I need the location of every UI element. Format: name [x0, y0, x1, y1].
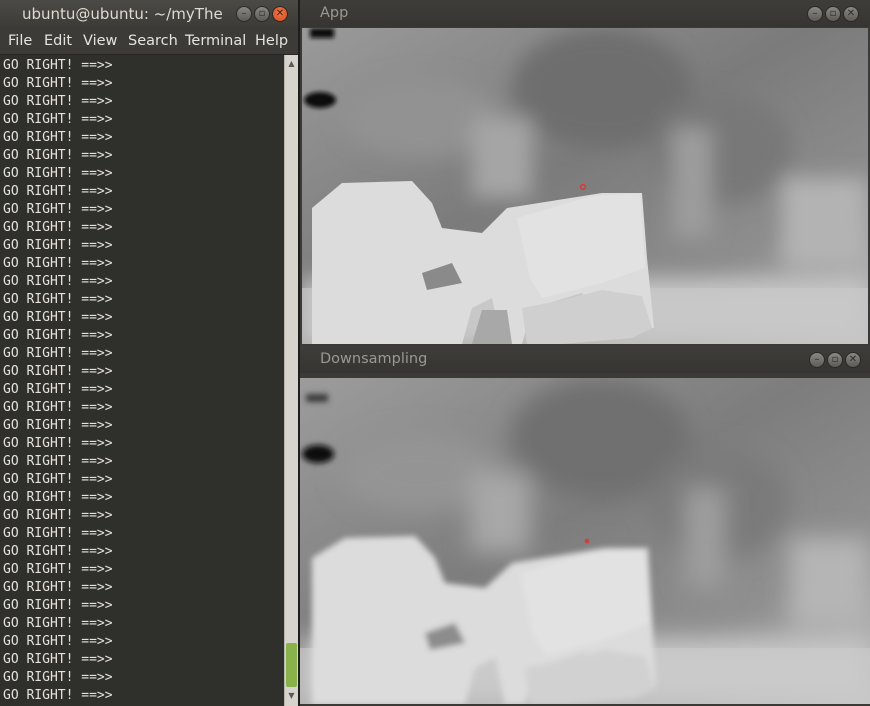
- terminal-line: GO RIGHT! ==>>: [3, 562, 113, 577]
- terminal-title: ubuntu@ubuntu: ~/myThesis: [22, 5, 222, 23]
- terminal-output[interactable]: GO RIGHT! ==>> GO RIGHT! ==>> GO RIGHT! ==…: [0, 55, 284, 706]
- terminal-titlebar[interactable]: ubuntu@ubuntu: ~/myThesis – ▫ ✕: [0, 0, 299, 30]
- terminal-line: GO RIGHT! ==>>: [3, 490, 113, 505]
- close-icon[interactable]: ✕: [843, 6, 859, 22]
- terminal-line: GO RIGHT! ==>>: [3, 274, 113, 289]
- terminal-line: GO RIGHT! ==>>: [3, 418, 113, 433]
- terminal-line: GO RIGHT! ==>>: [3, 202, 113, 217]
- terminal-line: GO RIGHT! ==>>: [3, 670, 113, 685]
- terminal-line: GO RIGHT! ==>>: [3, 256, 113, 271]
- terminal-line: GO RIGHT! ==>>: [3, 472, 113, 487]
- terminal-menubar: File Edit View Search Terminal Help: [0, 30, 299, 55]
- menu-terminal[interactable]: Terminal: [185, 33, 246, 49]
- terminal-line: GO RIGHT! ==>>: [3, 166, 113, 181]
- maximize-icon[interactable]: ▫: [825, 6, 841, 22]
- terminal-scrollbar[interactable]: ▲ ▼: [284, 55, 298, 706]
- app-title: App: [320, 5, 349, 21]
- terminal-line: GO RIGHT! ==>>: [3, 652, 113, 667]
- close-icon[interactable]: ✕: [272, 6, 288, 22]
- close-icon[interactable]: ✕: [845, 352, 861, 368]
- minimize-icon[interactable]: –: [809, 352, 825, 368]
- terminal-window: ubuntu@ubuntu: ~/myThesis – ▫ ✕ File Edi…: [0, 0, 299, 706]
- terminal-line: GO RIGHT! ==>>: [3, 184, 113, 199]
- menu-help[interactable]: Help: [255, 33, 288, 49]
- scroll-up-icon[interactable]: ▲: [285, 57, 298, 71]
- terminal-line: GO RIGHT! ==>>: [3, 436, 113, 451]
- scroll-thumb[interactable]: [286, 643, 297, 687]
- terminal-line: GO RIGHT! ==>>: [3, 616, 113, 631]
- red-marker-downsampled: [584, 538, 590, 544]
- terminal-line: GO RIGHT! ==>>: [3, 382, 113, 397]
- menu-search[interactable]: Search: [128, 33, 178, 49]
- terminal-line: GO RIGHT! ==>>: [3, 148, 113, 163]
- depth-image-downsampled[interactable]: [300, 378, 870, 704]
- minimize-icon[interactable]: –: [807, 6, 823, 22]
- terminal-line: GO RIGHT! ==>>: [3, 688, 113, 703]
- downsampling-window: Downsampling – ▫ ✕: [300, 346, 870, 706]
- terminal-line: GO RIGHT! ==>>: [3, 634, 113, 649]
- maximize-icon[interactable]: ▫: [827, 352, 843, 368]
- terminal-line: GO RIGHT! ==>>: [3, 130, 113, 145]
- terminal-line: GO RIGHT! ==>>: [3, 580, 113, 595]
- terminal-line: GO RIGHT! ==>>: [3, 598, 113, 613]
- terminal-line: GO RIGHT! ==>>: [3, 526, 113, 541]
- downsampling-titlebar[interactable]: Downsampling – ▫ ✕: [300, 346, 870, 373]
- terminal-line: GO RIGHT! ==>>: [3, 508, 113, 523]
- terminal-line: GO RIGHT! ==>>: [3, 544, 113, 559]
- terminal-line: GO RIGHT! ==>>: [3, 220, 113, 235]
- downsampling-title: Downsampling: [320, 351, 428, 367]
- terminal-line: GO RIGHT! ==>>: [3, 76, 113, 91]
- terminal-line: GO RIGHT! ==>>: [3, 238, 113, 253]
- terminal-line: GO RIGHT! ==>>: [3, 400, 113, 415]
- maximize-icon[interactable]: ▫: [254, 6, 270, 22]
- terminal-line: GO RIGHT! ==>>: [3, 346, 113, 361]
- terminal-line: GO RIGHT! ==>>: [3, 454, 113, 469]
- depth-image-app[interactable]: [302, 28, 868, 344]
- terminal-lines: GO RIGHT! ==>> GO RIGHT! ==>> GO RIGHT! ==…: [3, 57, 113, 706]
- terminal-line: GO RIGHT! ==>>: [3, 58, 113, 73]
- scroll-down-icon[interactable]: ▼: [285, 689, 298, 703]
- terminal-line: GO RIGHT! ==>>: [3, 328, 113, 343]
- terminal-line: GO RIGHT! ==>>: [3, 292, 113, 307]
- app-titlebar[interactable]: App – ▫ ✕: [300, 0, 870, 27]
- terminal-line: GO RIGHT! ==>>: [3, 364, 113, 379]
- minimize-icon[interactable]: –: [236, 6, 252, 22]
- app-window: App – ▫ ✕: [300, 0, 870, 346]
- terminal-line: GO RIGHT! ==>>: [3, 94, 113, 109]
- menu-view[interactable]: View: [83, 33, 117, 49]
- menu-file[interactable]: File: [8, 33, 32, 49]
- terminal-line: GO RIGHT! ==>>: [3, 310, 113, 325]
- menu-edit[interactable]: Edit: [44, 33, 72, 49]
- terminal-line: GO RIGHT! ==>>: [3, 112, 113, 127]
